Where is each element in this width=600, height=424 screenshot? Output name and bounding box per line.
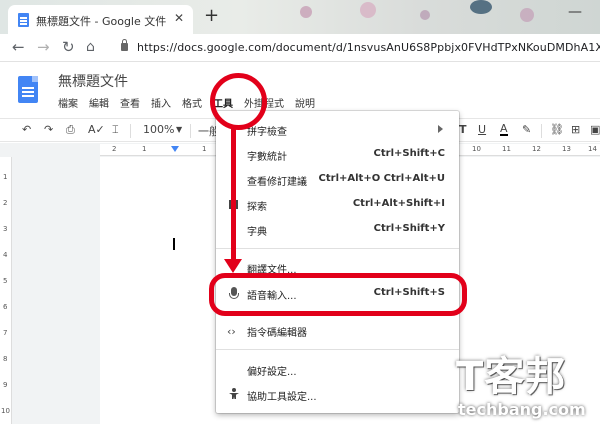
- menu-item-preferences[interactable]: 偏好設定...: [216, 360, 459, 380]
- ruler-tick: 14: [588, 145, 597, 153]
- paint-format-icon[interactable]: ⌶: [112, 123, 119, 137]
- zoom-select[interactable]: 100%: [143, 123, 174, 136]
- menu-item-explore[interactable]: 探索 Ctrl+Alt+Shift+I: [216, 195, 459, 215]
- menu-item-shortcut: Ctrl+Alt+O Ctrl+Alt+U: [318, 173, 445, 184]
- annotation-arrow-shaft: [231, 128, 236, 262]
- text-color-icon[interactable]: T: [459, 123, 467, 136]
- highlight-pen-icon[interactable]: ✎: [522, 123, 531, 136]
- code-icon: ‹›: [227, 325, 236, 338]
- lock-icon: [121, 39, 128, 51]
- tab-close-icon[interactable]: ✕: [174, 11, 184, 25]
- toolbar-divider: [130, 124, 131, 138]
- menu-insert[interactable]: 插入: [151, 95, 171, 110]
- docs-header: 無標題文件 檔案 編輯 查看 插入 格式 工具 外掛程式 說明: [0, 62, 600, 114]
- ruler-tick: 1: [142, 145, 147, 153]
- techbang-watermark: T客邦 techbang.com: [454, 357, 600, 424]
- menu-divider: [216, 248, 459, 249]
- ruler-tick: 1: [202, 145, 207, 153]
- menu-item-accessibility[interactable]: 協助工具設定...: [216, 385, 459, 405]
- background-flower: [420, 10, 430, 20]
- menu-item-script-editor[interactable]: ‹› 指令碼編輯器: [216, 321, 459, 341]
- ruler-tick: 12: [532, 145, 541, 153]
- redo-icon[interactable]: ↷: [44, 123, 53, 136]
- toolbar-divider: [190, 124, 191, 138]
- menu-item-label: 協助工具設定...: [247, 392, 317, 403]
- menu-item-label: 指令碼編輯器: [247, 328, 307, 339]
- menu-format[interactable]: 格式: [182, 95, 202, 110]
- ruler-tick: 7: [3, 329, 8, 337]
- accessibility-icon: [229, 388, 239, 400]
- menu-file[interactable]: 檔案: [58, 95, 78, 110]
- menu-item-label: 探索: [247, 202, 267, 213]
- undo-icon[interactable]: ↶: [22, 123, 31, 136]
- menu-item-dictionary[interactable]: 字典 Ctrl+Shift+Y: [216, 220, 459, 240]
- browser-tab-strip: 無標題文件 - Google 文件 ✕ + —: [0, 0, 600, 34]
- toolbar-divider: [541, 124, 542, 138]
- tab-title: 無標題文件 - Google 文件: [36, 15, 167, 28]
- tools-menu-highlight-circle: [210, 73, 267, 130]
- ruler-tick: 11: [502, 145, 511, 153]
- menu-help[interactable]: 說明: [295, 95, 315, 110]
- submenu-arrow-icon: [438, 125, 443, 133]
- underline-icon[interactable]: U: [478, 123, 486, 136]
- background-flower: [360, 2, 376, 18]
- window-minimize-button[interactable]: —: [568, 4, 582, 20]
- menu-item-label: 字典: [247, 227, 267, 238]
- menu-divider: [216, 349, 459, 350]
- menu-item-label: 字數統計: [247, 152, 287, 163]
- ruler-tick: 6: [3, 303, 8, 311]
- home-icon[interactable]: ⌂: [86, 39, 95, 55]
- menu-view[interactable]: 查看: [120, 95, 140, 110]
- comment-icon[interactable]: ⊞: [571, 123, 580, 136]
- reload-icon[interactable]: ↻: [62, 38, 75, 56]
- google-docs-favicon-icon: [18, 13, 29, 27]
- google-docs-logo-icon[interactable]: [18, 76, 38, 103]
- ruler-tick: 2: [3, 199, 8, 207]
- ruler-tick: 9: [3, 381, 8, 389]
- menu-item-label: 偏好設定...: [247, 367, 297, 378]
- forward-arrow-icon[interactable]: →: [37, 38, 50, 56]
- menu-item-label: 查看修訂建議: [247, 177, 307, 188]
- ruler-tick: 2: [112, 145, 117, 153]
- tools-menu-dropdown: 拼字檢查 字數統計 Ctrl+Shift+C 查看修訂建議 Ctrl+Alt+O…: [216, 111, 459, 413]
- watermark-logo-text: T客邦: [456, 354, 567, 400]
- address-bar-row: ← → ↻ ⌂ https://docs.google.com/document…: [0, 34, 600, 62]
- background-flower: [300, 6, 312, 18]
- text-cursor: [173, 238, 175, 250]
- document-title[interactable]: 無標題文件: [58, 71, 128, 91]
- link-icon[interactable]: ⛓: [550, 123, 564, 136]
- url-field[interactable]: https://docs.google.com/document/d/1nsvu…: [137, 41, 600, 54]
- ruler-tick: 13: [562, 145, 571, 153]
- menu-item-shortcut: Ctrl+Shift+C: [373, 148, 445, 159]
- watermark-domain: techbang.com: [458, 400, 586, 419]
- ruler-tick: 8: [3, 355, 8, 363]
- ruler-tick: 10: [1, 407, 10, 415]
- new-tab-button[interactable]: +: [204, 6, 219, 26]
- background-flower: [520, 8, 534, 22]
- spellcheck-icon[interactable]: A✓: [88, 123, 105, 136]
- menu-edit[interactable]: 編輯: [89, 95, 109, 110]
- ruler-tick: 10: [472, 145, 481, 153]
- menu-bar: 檔案 編輯 查看 插入 格式 工具 外掛程式 說明: [58, 95, 315, 110]
- image-icon[interactable]: ▣: [590, 123, 600, 136]
- menu-item-review-suggestions[interactable]: 查看修訂建議 Ctrl+Alt+O Ctrl+Alt+U: [216, 170, 459, 190]
- print-icon[interactable]: ⎙: [66, 123, 75, 137]
- annotation-arrow-head: [224, 259, 242, 273]
- indent-marker[interactable]: [171, 146, 179, 152]
- zoom-chevron-down-icon[interactable]: ▼: [176, 125, 182, 134]
- back-arrow-icon[interactable]: ←: [12, 38, 25, 56]
- ruler-tick: 3: [3, 225, 8, 233]
- vertical-ruler[interactable]: 1 2 3 4 5 6 7 8 9 10: [0, 157, 12, 424]
- background-flower: [470, 0, 492, 14]
- menu-item-shortcut: Ctrl+Shift+Y: [373, 223, 445, 234]
- ruler-tick: 1: [3, 173, 8, 181]
- voice-typing-highlight-box: [209, 273, 467, 316]
- browser-tab[interactable]: 無標題文件 - Google 文件 ✕: [8, 5, 193, 34]
- ruler-tick: 4: [3, 251, 8, 259]
- menu-item-word-count[interactable]: 字數統計 Ctrl+Shift+C: [216, 145, 459, 165]
- menu-item-shortcut: Ctrl+Alt+Shift+I: [352, 198, 445, 209]
- ruler-tick: 5: [3, 277, 8, 285]
- font-color-icon[interactable]: A: [500, 123, 508, 136]
